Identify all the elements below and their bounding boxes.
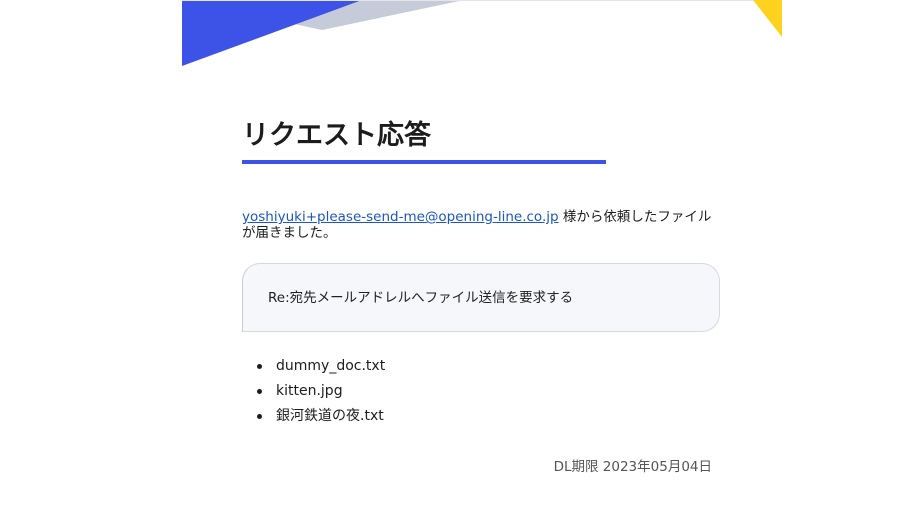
header-yellow-shape [753,0,782,37]
file-name: dummy_doc.txt [276,358,386,374]
download-deadline: DL期限 2023年05月04日 [553,459,712,475]
requester-email-link[interactable]: yoshiyuki+please-send-me@opening-line.co… [242,209,559,225]
bullet-icon [257,364,262,369]
screen: リクエスト応答 yoshiyuki+please-send-me@opening… [0,0,919,518]
list-item: kitten.jpg [242,381,385,406]
email-body: リクエスト応答 yoshiyuki+please-send-me@opening… [182,0,782,518]
list-item: 銀河鉄道の夜.txt [242,406,385,431]
file-list: dummy_doc.txt kitten.jpg 銀河鉄道の夜.txt [242,356,385,431]
subject-box: Re:宛先メールアドレルへファイル送信を要求する [242,263,720,332]
list-item: dummy_doc.txt [242,356,385,381]
bullet-icon [257,414,262,419]
title-underline [242,160,606,164]
file-name: kitten.jpg [276,383,343,399]
subject-text: Re:宛先メールアドレルへファイル送信を要求する [268,290,574,306]
header-decoration [182,0,782,66]
file-name: 銀河鉄道の夜.txt [276,408,384,424]
intro-text: yoshiyuki+please-send-me@opening-line.co… [242,209,722,241]
header-blue-shape [182,0,362,66]
bullet-icon [257,389,262,394]
page-title: リクエスト応答 [242,120,431,151]
